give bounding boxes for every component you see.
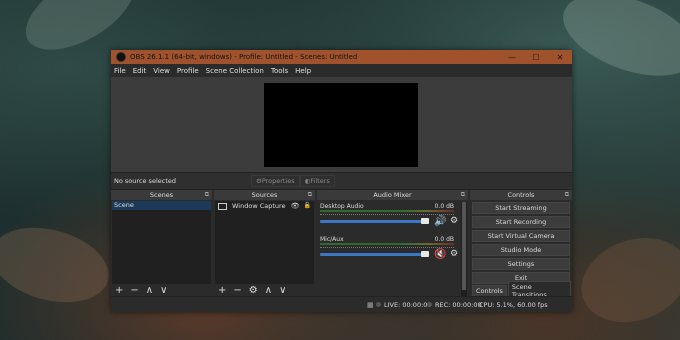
preview-canvas[interactable] (264, 83, 418, 167)
mixer-channel-desktop: Desktop Audio 0.0 dB 🔊 ⚙ (320, 203, 458, 235)
obs-window: OBS 26.1.1 (64-bit, windows) - Profile: … (111, 50, 572, 312)
undock-icon[interactable]: ⧉ (461, 190, 465, 200)
channel-db: 0.0 dB (434, 236, 454, 243)
mixer-body: Desktop Audio 0.0 dB 🔊 ⚙ Mic/Aux 0.0 dB (317, 201, 468, 297)
add-source-icon[interactable]: + (218, 285, 226, 296)
menu-file[interactable]: File (114, 67, 126, 75)
volume-slider[interactable] (320, 253, 427, 256)
no-source-label: No source selected (114, 177, 176, 185)
wallpaper-fern (0, 215, 118, 315)
live-status: LIVE: 00:00:00 (376, 301, 432, 309)
channel-db: 0.0 dB (434, 203, 454, 210)
network-icon: ▦ (367, 300, 374, 309)
menu-tools[interactable]: Tools (271, 67, 288, 75)
menu-view[interactable]: View (153, 67, 170, 75)
scenes-dock-title: Scenes ⧉ (111, 190, 212, 200)
volume-meter (320, 243, 454, 245)
start-recording-button[interactable]: Start Recording (472, 216, 570, 228)
sources-dock: Sources ⧉ Window Capture 👁 🔓 + − ⚙ ∧ ∨ (214, 190, 315, 297)
controls-dock-title: Controls ⧉ (470, 190, 572, 200)
mixer-dock-title: Audio Mixer ⧉ (317, 190, 468, 200)
scene-item[interactable]: Scene (112, 201, 211, 210)
filters-button[interactable]: ◐Filters (299, 175, 335, 187)
audio-mixer-dock: Audio Mixer ⧉ Desktop Audio 0.0 dB 🔊 ⚙ Mi… (317, 190, 468, 297)
properties-button[interactable]: ⚙Properties (251, 175, 300, 187)
channel-name: Desktop Audio (320, 203, 364, 210)
move-up-icon[interactable]: ∧ (146, 285, 153, 296)
rec-status: REC: 00:00:00 (427, 301, 482, 309)
remove-source-icon[interactable]: − (233, 285, 241, 296)
controls-title: Controls (507, 191, 535, 199)
scenes-title: Scenes (149, 191, 174, 199)
title-bar[interactable]: OBS 26.1.1 (64-bit, windows) - Profile: … (111, 50, 572, 64)
filters-label: Filters (310, 177, 330, 185)
remove-scene-icon[interactable]: − (130, 285, 138, 296)
menu-edit[interactable]: Edit (133, 67, 147, 75)
volume-meter (320, 210, 454, 212)
properties-bar: No source selected ⚙Properties ◐Filters (111, 172, 572, 190)
properties-label: Properties (261, 177, 295, 185)
undock-icon[interactable]: ⧉ (205, 190, 209, 200)
controls-dock: Controls ⧉ Start Streaming Start Recordin… (470, 190, 572, 301)
sources-list: Window Capture 👁 🔓 (215, 201, 314, 284)
visibility-eye-icon[interactable]: 👁 (291, 201, 300, 211)
source-item[interactable]: Window Capture 👁 🔓 (215, 201, 314, 211)
undock-icon[interactable]: ⧉ (308, 190, 312, 200)
scenes-list: Scene (112, 201, 211, 284)
preview-area (111, 77, 572, 172)
source-settings-gear-icon[interactable]: ⚙ (249, 285, 258, 296)
mixer-channel-mic: Mic/Aux 0.0 dB 🔇 ⚙ (320, 236, 458, 268)
rec-dot-icon (427, 302, 432, 307)
docks: Scenes ⧉ Scene + − ∧ ∨ Sources ⧉ Window Ca… (111, 190, 572, 301)
maximize-button[interactable]: ☐ (524, 53, 548, 62)
move-up-icon[interactable]: ∧ (265, 285, 272, 296)
lock-icon[interactable]: 🔓 (304, 201, 311, 211)
status-bar: ▦ LIVE: 00:00:00 REC: 00:00:00 CPU: 5.1%… (111, 296, 572, 312)
menu-bar: File Edit View Profile Scene Collection … (111, 64, 572, 77)
scrollbar-thumb[interactable] (462, 202, 466, 290)
scenes-dock: Scenes ⧉ Scene + − ∧ ∨ (111, 190, 212, 297)
volume-slider-handle[interactable] (421, 218, 429, 224)
menu-help[interactable]: Help (295, 67, 311, 75)
source-label: Window Capture (232, 202, 286, 210)
undock-icon[interactable]: ⧉ (565, 190, 569, 200)
move-down-icon[interactable]: ∨ (160, 285, 167, 296)
live-time: LIVE: 00:00:00 (384, 300, 432, 309)
monitor-icon (218, 202, 227, 210)
mixer-scrollbar[interactable] (461, 202, 467, 296)
channel-name: Mic/Aux (320, 236, 344, 243)
volume-slider-handle[interactable] (421, 251, 429, 257)
start-virtual-camera-button[interactable]: Start Virtual Camera (472, 230, 570, 242)
cpu-status: CPU: 5.1%, 60.00 fps (479, 300, 548, 309)
minimize-button[interactable]: — (500, 53, 524, 62)
obs-logo-icon (116, 52, 126, 62)
gear-icon[interactable]: ⚙ (450, 249, 458, 259)
sources-title: Sources (251, 191, 278, 199)
studio-mode-button[interactable]: Studio Mode (472, 244, 570, 256)
settings-button[interactable]: Settings (472, 258, 570, 270)
mixer-title: Audio Mixer (373, 191, 412, 199)
menu-profile[interactable]: Profile (177, 67, 199, 75)
wallpaper-fern (569, 223, 680, 337)
volume-slider[interactable] (320, 220, 427, 223)
sources-dock-title: Sources ⧉ (214, 190, 315, 200)
window-title: OBS 26.1.1 (64-bit, windows) - Profile: … (130, 53, 358, 61)
add-scene-icon[interactable]: + (115, 285, 123, 296)
muted-speaker-icon[interactable]: 🔇 (434, 249, 446, 260)
close-button[interactable]: ✕ (548, 53, 572, 62)
start-streaming-button[interactable]: Start Streaming (472, 202, 570, 214)
speaker-icon[interactable]: 🔊 (434, 216, 446, 227)
rec-time: REC: 00:00:00 (435, 300, 482, 309)
move-down-icon[interactable]: ∨ (279, 285, 286, 296)
gear-icon[interactable]: ⚙ (450, 216, 458, 226)
menu-scene-collection[interactable]: Scene Collection (206, 67, 264, 75)
live-dot-icon (376, 302, 381, 307)
